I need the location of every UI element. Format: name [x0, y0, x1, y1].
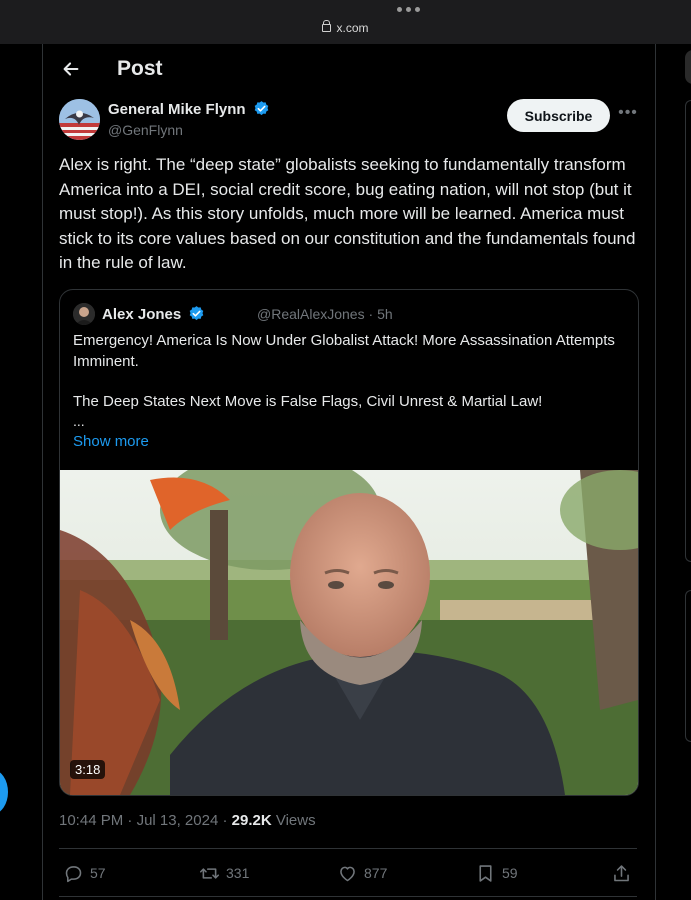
- verified-badge-icon: [254, 101, 269, 116]
- like-count: 877: [364, 865, 388, 881]
- reply-button[interactable]: 57: [63, 858, 106, 888]
- sidebar-edge-panel-lower: [685, 590, 691, 742]
- repost-button[interactable]: 331: [199, 858, 249, 888]
- divider: [59, 848, 637, 849]
- tab-overview-dots-icon[interactable]: [397, 7, 420, 12]
- post-time[interactable]: 10:44 PM: [59, 812, 123, 829]
- quoted-post-text: Emergency! America Is Now Under Globalis…: [73, 331, 623, 413]
- action-bar: 57 331 877 59: [59, 858, 639, 888]
- page-title: Post: [117, 57, 163, 80]
- post-metadata: 10:44 PM · Jul 13, 2024 · 29.2K Views: [59, 812, 316, 829]
- author-name[interactable]: General Mike Flynn: [108, 100, 270, 118]
- repost-icon: [199, 867, 220, 879]
- quoted-text-line-2: The Deep States Next Move is False Flags…: [73, 393, 543, 410]
- like-button[interactable]: 877: [337, 858, 387, 888]
- bookmark-count: 59: [502, 865, 518, 881]
- share-icon: [614, 864, 629, 881]
- views-count: 29.2K: [231, 812, 272, 829]
- quoted-text-ellipsis: ...: [73, 413, 85, 429]
- sidebar-edge-search: [685, 50, 691, 84]
- post-date[interactable]: Jul 13, 2024: [137, 812, 219, 829]
- back-arrow-icon[interactable]: [60, 58, 82, 80]
- show-more-link[interactable]: Show more: [73, 433, 149, 450]
- reply-count: 57: [90, 865, 106, 881]
- quoted-author-handle: @RealAlexJones: [257, 306, 365, 322]
- quoted-author-meta: @RealAlexJones · 5h: [257, 306, 393, 322]
- bookmark-icon: [479, 864, 492, 882]
- quoted-author-avatar[interactable]: [73, 303, 95, 325]
- author-name-text: General Mike Flynn: [108, 101, 246, 118]
- quoted-author-name-text: Alex Jones: [102, 306, 182, 323]
- sidebar-edge-panel: [685, 100, 691, 562]
- video-duration-badge: 3:18: [70, 760, 106, 779]
- video-thumbnail[interactable]: 3:18: [60, 470, 638, 795]
- subscribe-button[interactable]: Subscribe: [507, 99, 610, 132]
- lock-icon: [322, 20, 332, 32]
- divider: [59, 896, 637, 897]
- repost-count: 331: [226, 865, 250, 881]
- quoted-post[interactable]: Alex Jones @RealAlexJones · 5h Emergency…: [59, 289, 639, 796]
- url-text: x.com: [336, 21, 369, 35]
- author-avatar[interactable]: [59, 99, 100, 140]
- more-options-icon[interactable]: •••: [618, 104, 638, 124]
- author-handle[interactable]: @GenFlynn: [108, 122, 183, 138]
- post-text: Alex is right. The “deep state” globalis…: [59, 155, 641, 272]
- address-bar[interactable]: x.com: [0, 20, 691, 35]
- share-button[interactable]: [611, 858, 632, 888]
- quoted-author-name[interactable]: Alex Jones: [102, 305, 205, 323]
- reply-icon: [65, 865, 82, 882]
- compose-button[interactable]: [0, 770, 8, 814]
- views-label: Views: [275, 812, 316, 829]
- browser-toolbar: x.com: [0, 0, 691, 44]
- quoted-text-line-1: Emergency! America Is Now Under Globalis…: [73, 332, 615, 370]
- quoted-post-time: 5h: [377, 306, 393, 322]
- like-icon: [340, 866, 355, 881]
- verified-badge-icon: [190, 306, 204, 321]
- bookmark-button[interactable]: 59: [475, 858, 518, 888]
